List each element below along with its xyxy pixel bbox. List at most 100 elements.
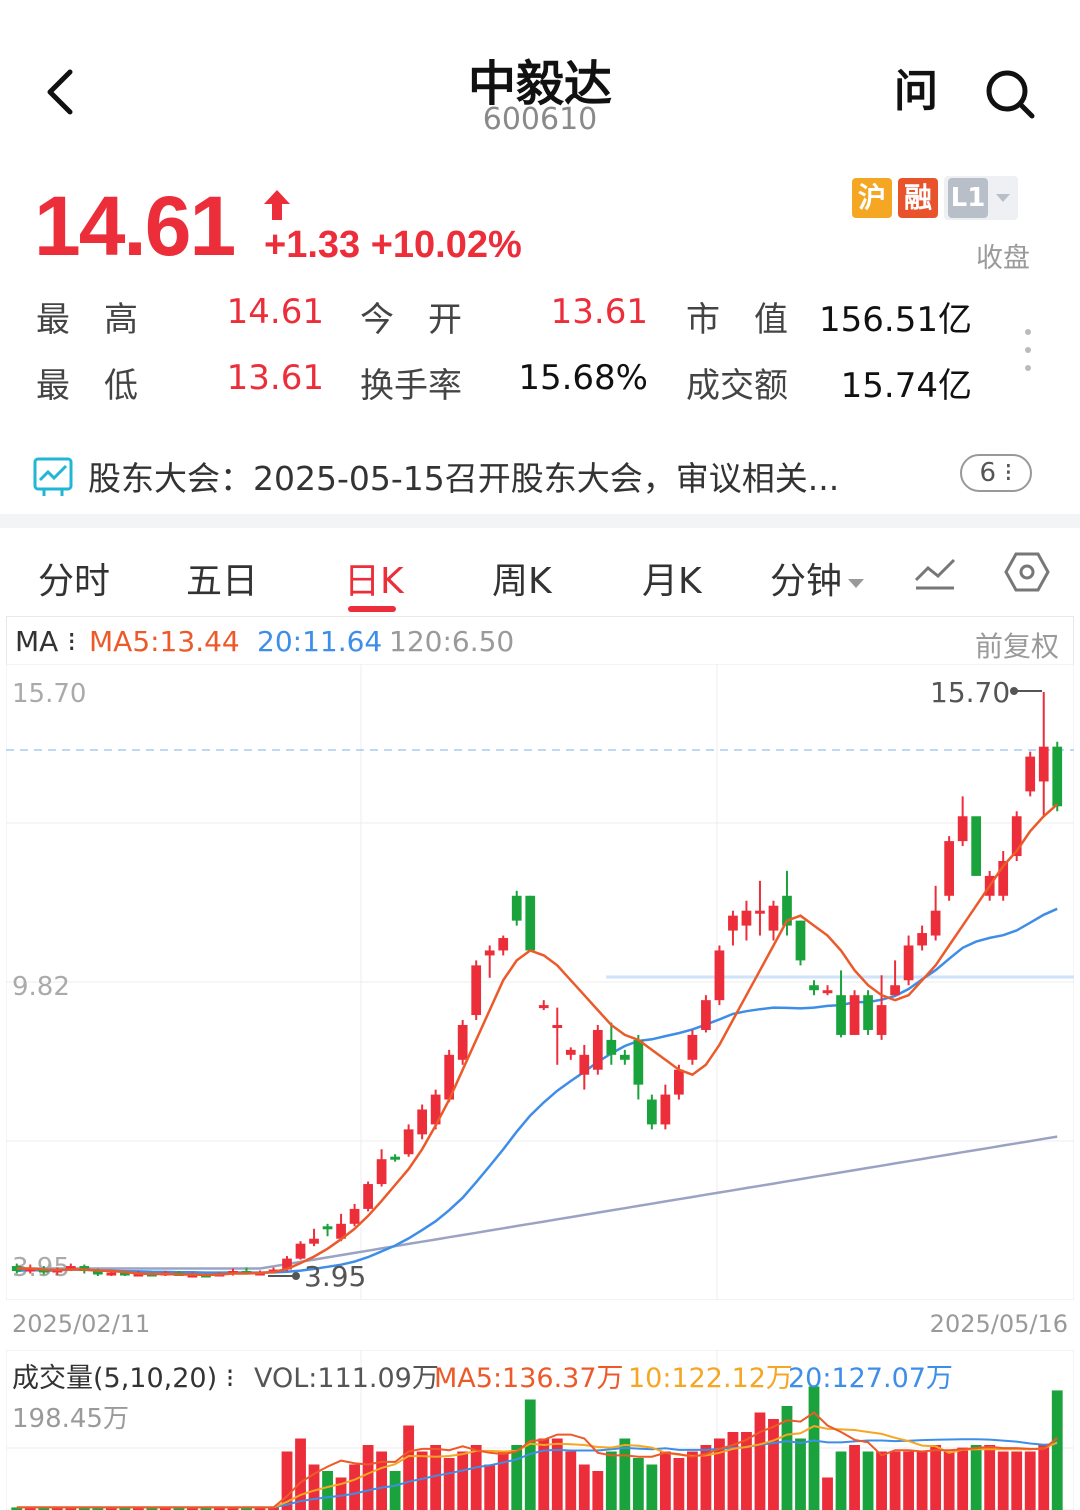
volume-bar: [632, 1458, 644, 1510]
candle-body: [768, 905, 779, 931]
candle-body: [755, 910, 765, 914]
candle-body: [849, 995, 860, 1035]
volume-max: 198.45万: [12, 1404, 129, 1434]
candle-body: [106, 1272, 117, 1276]
search-icon[interactable]: [982, 66, 1038, 122]
market-badges: 沪 融 L1: [852, 176, 1032, 220]
candle-body: [930, 910, 941, 936]
volume-bar: [889, 1451, 901, 1510]
volume-bar: [754, 1412, 766, 1510]
tab-five-day[interactable]: 五日: [186, 552, 258, 604]
announcement-bar[interactable]: 股东大会：2025-05-15召开股东大会，审议相关... 6 ⁝: [0, 450, 1080, 510]
volume-bar: [349, 1464, 360, 1510]
high-value: 14.61: [226, 292, 324, 332]
volume-bar: [916, 1451, 928, 1510]
candle-body: [863, 995, 873, 1030]
adjust-mode[interactable]: 前复权: [975, 625, 1059, 665]
candle-body: [633, 1039, 644, 1085]
turnover-label: 换手率: [360, 366, 462, 406]
tab-intraday[interactable]: 分时: [38, 552, 110, 604]
candle-body: [538, 1005, 549, 1009]
candle-body: [903, 945, 914, 981]
volume-title[interactable]: 成交量(5,10,20) ⁝: [12, 1356, 234, 1395]
candle-body: [592, 1029, 603, 1070]
volume-bar: [997, 1451, 1009, 1510]
candle-body: [971, 816, 982, 876]
volume-ma20: 20:127.07万: [788, 1363, 953, 1394]
open-value: 13.61: [550, 292, 648, 332]
candle-body: [795, 920, 806, 961]
max-price-annotation: 15.70: [930, 676, 1010, 709]
amount-label: 成交额: [686, 366, 788, 406]
candle-body: [511, 895, 522, 921]
ask-icon[interactable]: 问: [890, 66, 942, 118]
candle-body: [822, 990, 833, 994]
candle-body: [890, 985, 900, 996]
volume-bar: [930, 1445, 942, 1510]
badge-margin: 融: [898, 178, 938, 218]
candle-body: [809, 985, 819, 991]
more-vertical-icon[interactable]: [1022, 328, 1034, 372]
stats-row-2: 最 低 13.61 换手率 15.68% 成交额 15.74亿: [36, 358, 996, 408]
level-selector[interactable]: L1: [944, 176, 1018, 220]
chevron-down-icon: [848, 578, 865, 588]
candle-body: [552, 1025, 563, 1029]
volume-bar: [511, 1445, 523, 1510]
candle-body: [1052, 746, 1063, 807]
indicator-icon[interactable]: [912, 552, 958, 592]
min-price-annotation: 3.95: [304, 1260, 366, 1293]
volume-bar: [646, 1464, 658, 1510]
ma-prefix[interactable]: MA ⁝: [15, 625, 76, 658]
badge-shanghai: 沪: [852, 178, 892, 218]
volume-bar: [659, 1451, 671, 1510]
date-axis: 2025/02/11 2025/05/16: [6, 1304, 1074, 1348]
candle-body: [619, 1054, 630, 1060]
settings-icon[interactable]: [1004, 550, 1050, 594]
volume-bar: [443, 1458, 455, 1510]
meeting-icon: [33, 457, 73, 496]
ma120-value: 120:6.50: [389, 625, 515, 658]
min-annotation-dot: [292, 1272, 300, 1280]
volume-ma10: 10:122.12万: [628, 1363, 793, 1394]
tab-daily-k[interactable]: 日K: [344, 552, 404, 604]
ma-prefix-text: MA: [15, 625, 59, 658]
candle-body: [349, 1208, 360, 1224]
volume-bar: [538, 1438, 550, 1510]
tab-minute[interactable]: 分钟: [770, 552, 865, 604]
candle-body: [525, 895, 536, 951]
volume-bar: [862, 1451, 874, 1510]
volume-bar: [295, 1438, 306, 1510]
volume-bar: [984, 1445, 996, 1510]
volume-bar: [470, 1445, 482, 1510]
candle-body: [836, 995, 846, 1035]
volume-bar: [970, 1445, 982, 1510]
volume-bar: [795, 1438, 806, 1510]
tab-weekly-k[interactable]: 周K: [492, 552, 552, 604]
volume-bar: [565, 1451, 577, 1510]
volume-bar: [457, 1451, 469, 1510]
open-label: 今 开: [360, 300, 462, 340]
y-axis-label: 9.82: [12, 972, 70, 1002]
volume-bar: [808, 1386, 820, 1510]
candle-body: [295, 1243, 306, 1259]
y-axis-label: 15.70: [12, 679, 86, 709]
max-annotation-dot: [1010, 687, 1018, 695]
volume-bar: [484, 1464, 496, 1510]
candle-body: [403, 1129, 414, 1155]
volume-bar: [1038, 1445, 1050, 1510]
announcement-count[interactable]: 6 ⁝: [960, 454, 1032, 492]
candle-body: [457, 1025, 468, 1060]
candle-body: [1025, 756, 1036, 792]
candle-body: [741, 910, 752, 926]
candlestick-chart[interactable]: 15.709.823.9515.703.95: [6, 664, 1074, 1300]
volume-legend: 成交量(5,10,20) ⁝ VOL:111.09万 MA5:136.37万 1…: [6, 1350, 1074, 1394]
ma-legend: MA ⁝ MA5:13.44 20:11.64 120:6.50 前复权: [6, 616, 1074, 664]
candle-body: [674, 1069, 684, 1095]
volume-bar: [497, 1451, 509, 1510]
tab-monthly-k[interactable]: 月K: [642, 552, 702, 604]
volume-bar: [389, 1471, 401, 1510]
candle-body: [876, 1005, 887, 1035]
volume-bar: [876, 1451, 887, 1510]
volume-bar: [822, 1477, 833, 1510]
chevron-down-icon: [996, 194, 1010, 202]
